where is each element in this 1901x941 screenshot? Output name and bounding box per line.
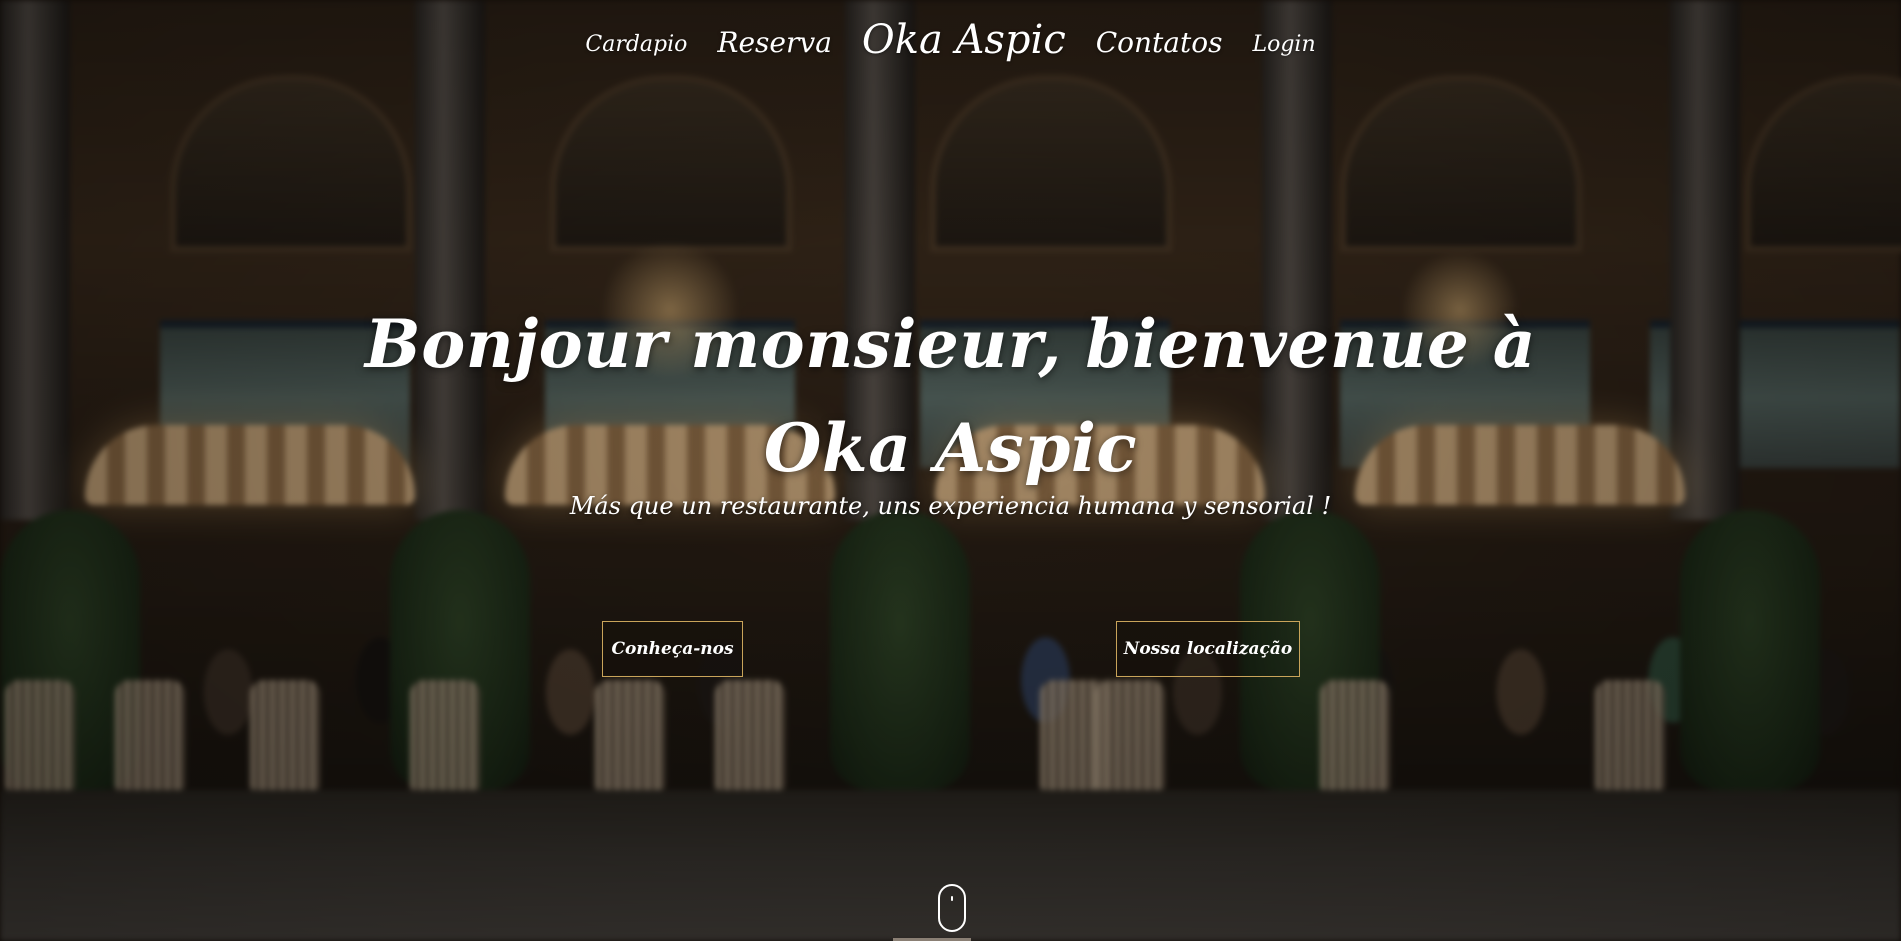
top-nav: Cardapio Reserva Oka Aspic Contatos Logi…	[0, 0, 1901, 80]
hero-headline: Bonjour monsieur, bienvenue à Oka Aspic	[0, 292, 1901, 500]
nav-item-cardapio[interactable]: Cardapio	[585, 32, 687, 57]
hero-headline-line-2: Oka Aspic	[763, 409, 1138, 487]
hero-subtitle: Más que un restaurante, uns experiencia …	[569, 492, 1332, 520]
location-button[interactable]: Nossa localização	[1116, 621, 1300, 677]
scroll-wheel-dot	[951, 896, 953, 901]
hero-headline-line-1: Bonjour monsieur, bienvenue à	[364, 305, 1537, 383]
nav-item-contatos[interactable]: Contatos	[1096, 26, 1223, 59]
about-us-button[interactable]: Conheça-nos	[602, 621, 743, 677]
hero-section: Cardapio Reserva Oka Aspic Contatos Logi…	[0, 0, 1901, 941]
nav-brand-logo[interactable]: Oka Aspic	[862, 17, 1066, 63]
mouse-scroll-icon[interactable]	[938, 884, 966, 932]
nav-item-reserva[interactable]: Reserva	[717, 26, 832, 59]
nav-item-login[interactable]: Login	[1252, 32, 1315, 57]
